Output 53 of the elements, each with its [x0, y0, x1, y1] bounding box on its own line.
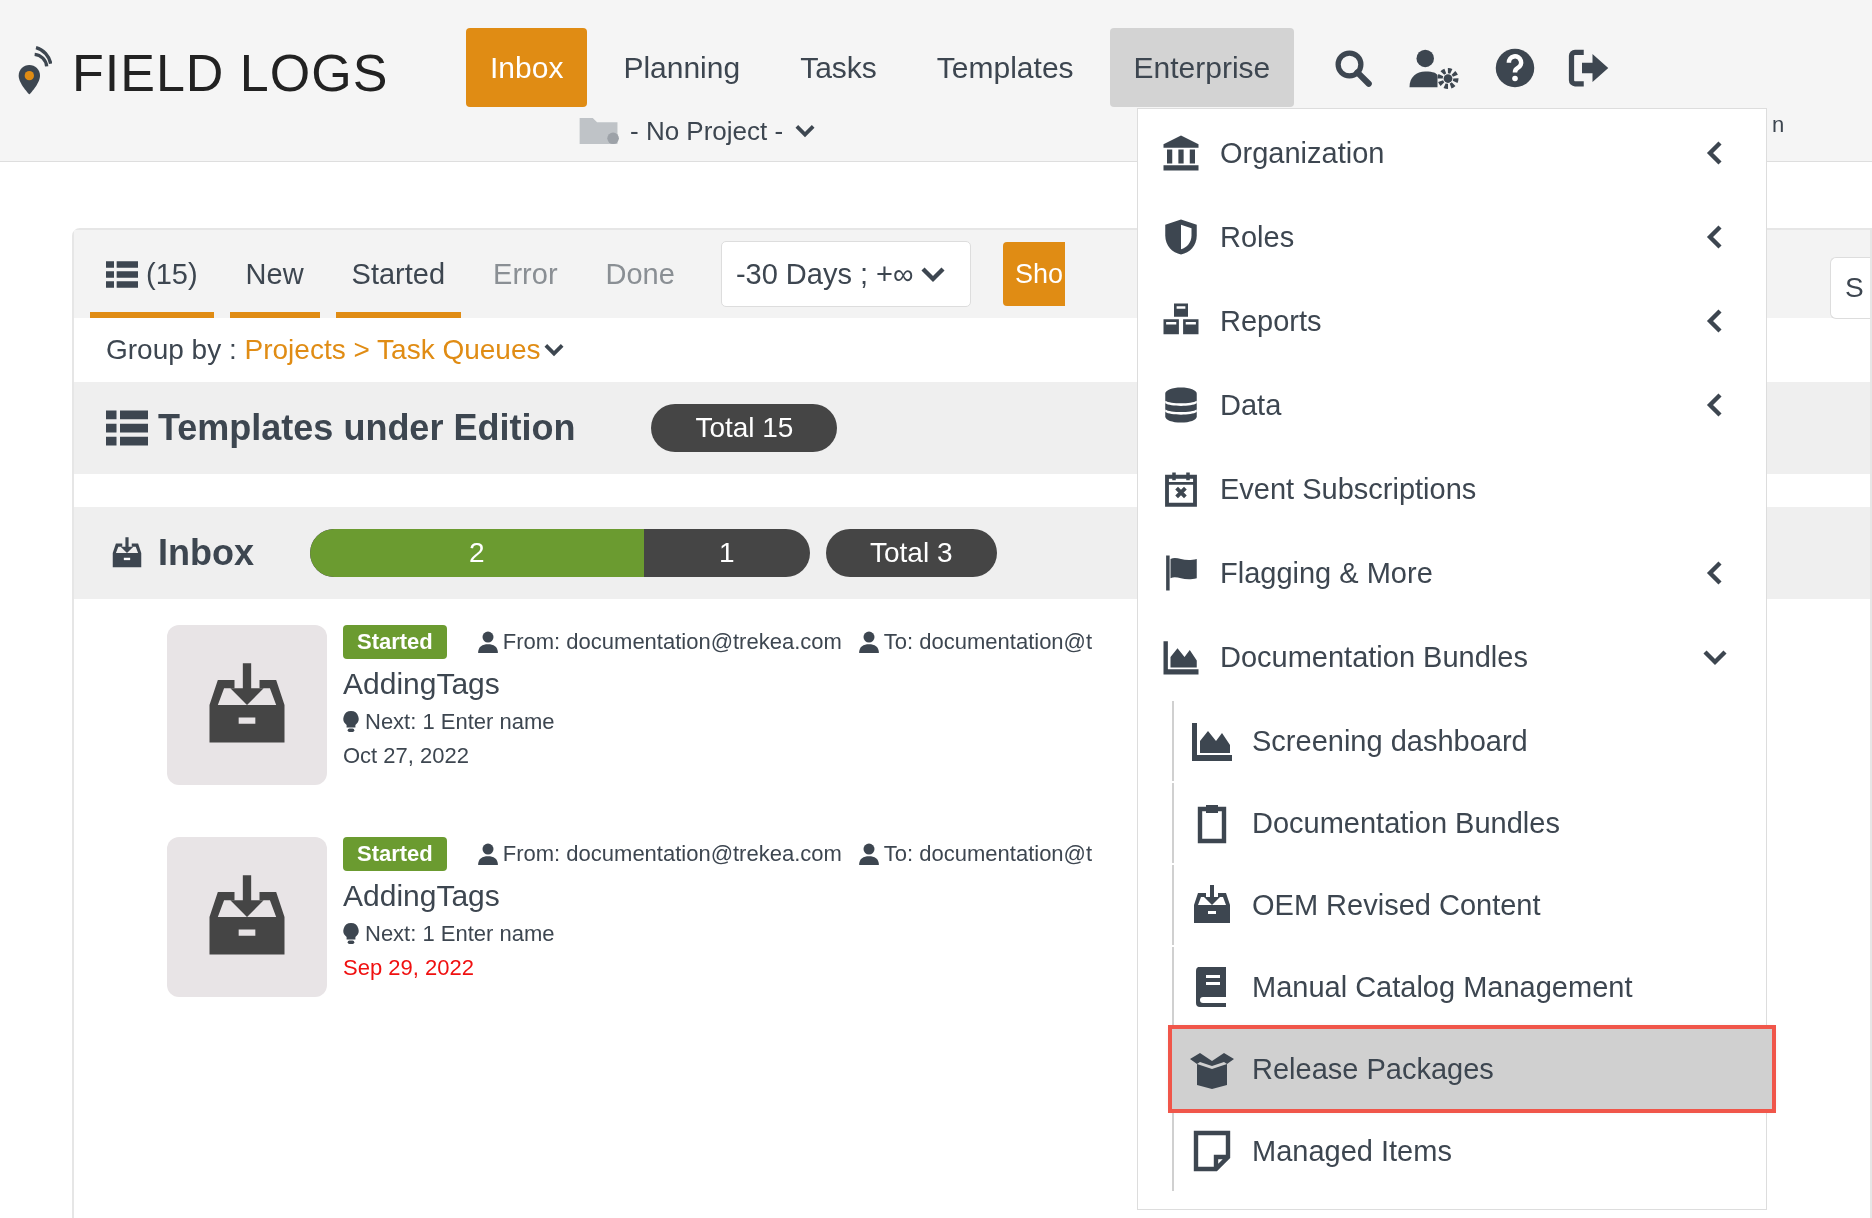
header-text: n [1772, 112, 1785, 138]
user-icon [857, 843, 880, 865]
group-by-selector[interactable]: Group by : Projects > Task Queues [74, 318, 569, 382]
section-title: Inbox [158, 532, 254, 574]
nav-tab[interactable]: Enterprise [1109, 28, 1295, 107]
filter-tab[interactable]: (15) [90, 230, 214, 318]
help-icon[interactable] [1494, 46, 1537, 89]
status-badge: Started [343, 625, 447, 659]
logo-text: FIELD LOGS [72, 43, 389, 103]
menu-item[interactable]: Flagging & More [1138, 531, 1766, 615]
filter-tab[interactable]: New [229, 230, 320, 318]
menu-item[interactable]: Organization [1138, 111, 1766, 195]
nav-tab[interactable]: Tasks [776, 28, 901, 107]
progress-fill: 2 [310, 529, 644, 577]
list-icon [106, 260, 138, 288]
due-date: Sep 29, 2022 [343, 955, 475, 981]
date-range-select[interactable]: -30 Days ; +∞ [720, 241, 971, 307]
lightbulb-icon [343, 711, 359, 733]
input-field[interactable]: S [1830, 257, 1870, 319]
submenu-item[interactable]: Managed Items [1172, 1111, 1766, 1191]
progress-count: 1 [717, 536, 736, 570]
menu-item[interactable]: Roles [1138, 195, 1766, 279]
submenu-item[interactable]: Screening dashboard [1172, 701, 1766, 781]
menu-item[interactable]: Event Subscriptions [1138, 447, 1766, 531]
recipient-text: To: documentation@t [883, 629, 1093, 655]
nav-tab[interactable]: Planning [599, 28, 765, 107]
section-title: Templates under Edition [158, 407, 576, 449]
due-date: Oct 27, 2022 [343, 743, 470, 769]
recipient-text: To: documentation@t [883, 841, 1093, 867]
task-thumbnail[interactable] [167, 837, 327, 997]
list-icon [106, 409, 148, 447]
project-selector[interactable]: - No Project - [578, 115, 820, 147]
lightbulb-icon [343, 923, 359, 945]
menu-item[interactable]: Documentation Bundles [1138, 615, 1766, 699]
next-step-text: Next: 1 Enter name [365, 921, 555, 947]
status-badge: Started [343, 837, 447, 871]
total-badge: Total 3 [826, 529, 997, 577]
submenu-item[interactable]: OEM Revised Content [1172, 865, 1766, 945]
menu-item[interactable]: Reports [1138, 279, 1766, 363]
task-thumbnail[interactable] [167, 625, 327, 785]
sender-text: From: documentation@trekea.com [502, 841, 842, 867]
nav-tab[interactable]: Templates [912, 28, 1098, 107]
total-badge: Total 15 [651, 404, 838, 452]
sender-text: From: documentation@trekea.com [502, 629, 842, 655]
filter-tab[interactable]: Started [335, 230, 462, 318]
submenu-item[interactable]: Documentation Bundles [1172, 783, 1766, 863]
user-icon [476, 631, 499, 653]
user-icon [857, 631, 880, 653]
user-icon [476, 843, 499, 865]
task-title[interactable]: AddingTags [343, 879, 1109, 913]
next-step-text: Next: 1 Enter name [365, 709, 555, 735]
task-title[interactable]: AddingTags [343, 667, 1109, 701]
menu-item[interactable]: Data [1138, 363, 1766, 447]
